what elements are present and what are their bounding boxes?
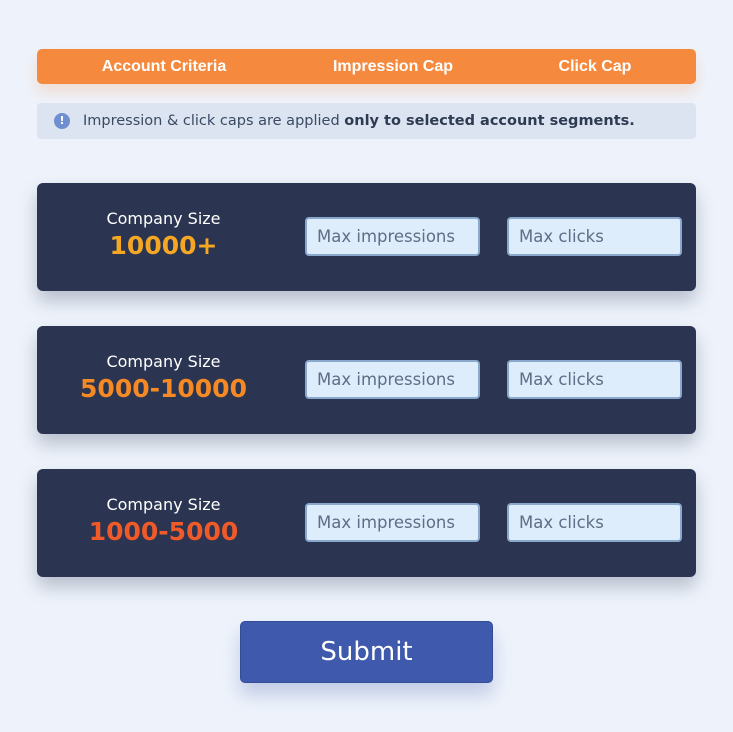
header-click-cap: Click Cap [558,58,632,75]
criterion-value: 1000-5000 [88,517,239,546]
max-clicks-input[interactable] [507,503,682,542]
info-icon: ! [54,113,70,129]
criterion-label: Company Size [106,209,221,228]
max-impressions-input[interactable] [305,217,480,256]
max-clicks-input[interactable] [507,217,682,256]
submit-button[interactable]: Submit [240,621,493,683]
max-impressions-input[interactable] [305,360,480,399]
criterion-value: 10000+ [109,231,218,260]
header-impression-cap: Impression Cap [332,58,454,75]
notice-text-prefix: Impression & click caps are applied [83,113,345,129]
criterion-value: 5000-10000 [80,374,247,403]
criterion-label: Company Size [106,352,221,371]
segment-row-10000-plus: Company Size 10000+ [37,183,696,291]
segment-row-5000-10000: Company Size 5000-10000 [37,326,696,434]
criterion-label: Company Size [106,495,221,514]
info-notice: ! Impression & click caps are applied on… [37,103,696,139]
column-header-bar: Account Criteria Impression Cap Click Ca… [37,49,696,84]
segment-row-1000-5000: Company Size 1000-5000 [37,469,696,577]
header-account-criteria: Account Criteria [101,58,227,75]
notice-text: Impression & click caps are applied only… [83,103,635,139]
max-impressions-input[interactable] [305,503,480,542]
notice-text-emphasis: only to selected account segments. [344,113,635,129]
max-clicks-input[interactable] [507,360,682,399]
